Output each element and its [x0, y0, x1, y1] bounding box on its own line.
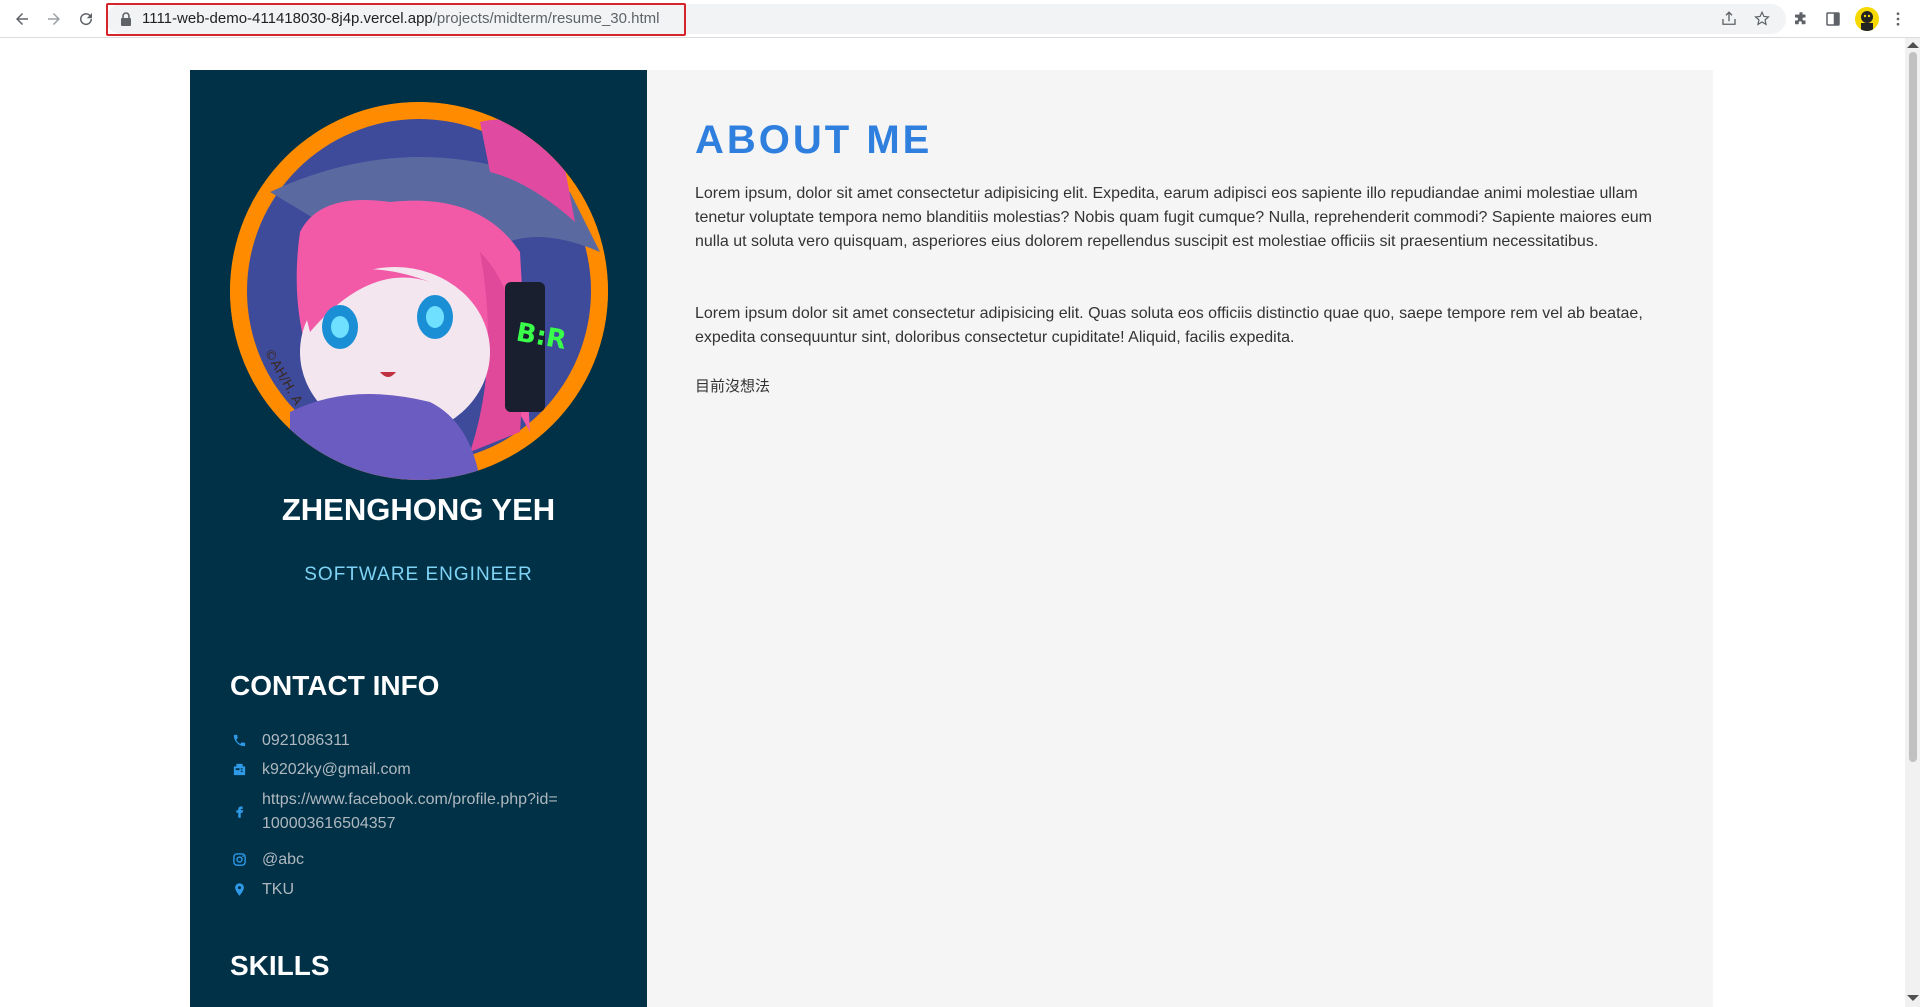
contact-location-text: TKU	[262, 881, 294, 898]
location-pin-icon	[230, 878, 248, 900]
fax-icon	[230, 758, 248, 780]
extensions-puzzle-icon[interactable]	[1790, 8, 1812, 30]
scrollbar-thumb[interactable]	[1909, 52, 1917, 762]
about-me-title: ABOUT ME	[695, 118, 933, 162]
url-path: /projects/midterm/resume_30.html	[432, 10, 660, 27]
back-arrow-icon[interactable]	[10, 7, 34, 31]
contact-instagram-text: @abc	[262, 851, 305, 868]
resume-main: ABOUT ME Lorem ipsum, dolor sit amet con…	[647, 70, 1713, 1007]
contact-item-phone: 0921086311	[230, 729, 562, 753]
contact-email-text: k9202ky@gmail.com	[262, 761, 411, 778]
menu-kebab-icon[interactable]	[1887, 8, 1909, 30]
reload-icon[interactable]	[74, 7, 98, 31]
contact-phone-text: 0921086311	[262, 732, 350, 749]
url-host: 1111-web-demo-411418030-8j4p.vercel.app	[142, 10, 433, 27]
profile-role: SOFTWARE ENGINEER	[304, 564, 533, 585]
resume-page: B:R ©AH/H. A ZHENGHONG YEH SOFTWARE ENGI…	[190, 70, 1713, 1007]
resume-sidebar: B:R ©AH/H. A ZHENGHONG YEH SOFTWARE ENGI…	[190, 70, 647, 1007]
profile-avatar-image: B:R ©AH/H. A	[230, 102, 608, 480]
facebook-icon	[230, 800, 248, 822]
skills-title: SKILLS	[230, 950, 330, 981]
about-paragraph-2: Lorem ipsum dolor sit amet consectetur a…	[695, 305, 1643, 346]
url-text[interactable]: 1111-web-demo-411418030-8j4p.vercel.app/…	[142, 10, 660, 27]
phone-icon	[230, 729, 248, 751]
profile-name: ZHENGHONG YEH	[281, 492, 556, 527]
about-paragraph-1: Lorem ipsum, dolor sit amet consectetur …	[695, 185, 1652, 250]
contact-item-location: TKU	[230, 878, 562, 902]
lock-icon[interactable]	[120, 12, 132, 26]
share-icon[interactable]	[1718, 8, 1740, 30]
side-panel-icon[interactable]	[1822, 8, 1844, 30]
forward-arrow-icon[interactable]	[42, 7, 66, 31]
bookmark-star-icon[interactable]	[1751, 8, 1773, 30]
scroll-down-arrow-icon[interactable]	[1907, 995, 1919, 1001]
profile-avatar[interactable]	[1855, 7, 1879, 31]
contact-item-facebook: https://www.facebook.com/profile.php?id=…	[230, 788, 562, 836]
scroll-up-arrow-icon[interactable]	[1907, 42, 1919, 48]
contact-item-email: k9202ky@gmail.com	[230, 758, 562, 782]
contact-facebook-text: https://www.facebook.com/profile.php?id=…	[262, 791, 558, 832]
contact-item-instagram: @abc	[230, 848, 562, 872]
instagram-icon	[230, 848, 248, 870]
browser-toolbar: 1111-web-demo-411418030-8j4p.vercel.app/…	[0, 0, 1920, 38]
about-paragraph-3: 目前沒想法	[695, 377, 771, 395]
contact-info-title: CONTACT INFO	[230, 670, 440, 701]
